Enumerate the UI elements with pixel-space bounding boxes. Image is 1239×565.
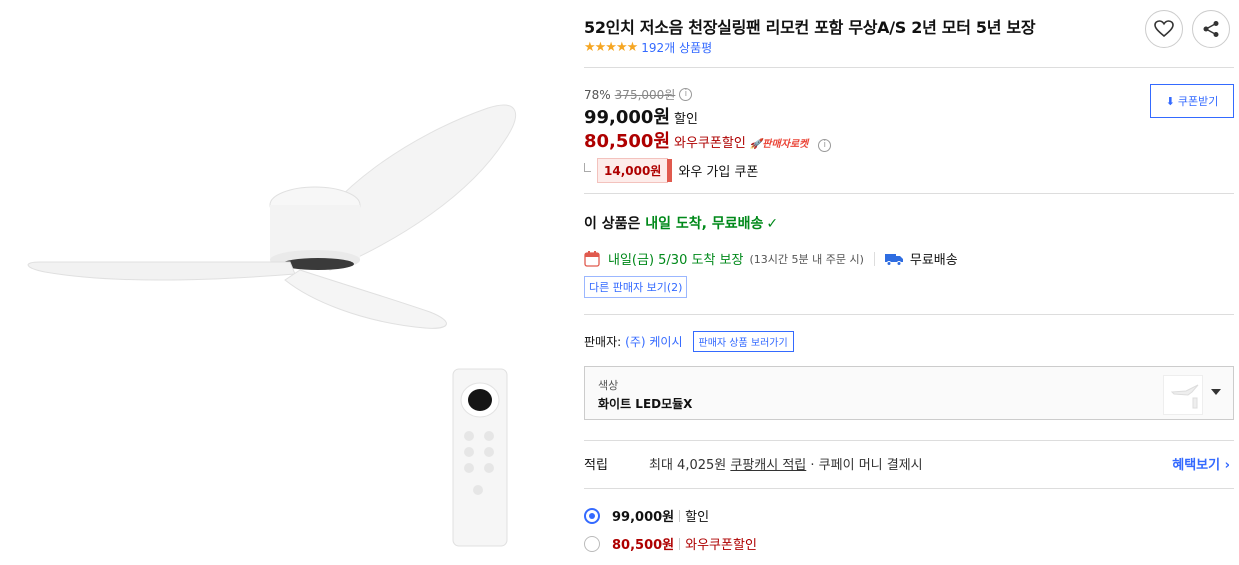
divider xyxy=(679,537,681,550)
sale-price-row: 99,000원 할인 xyxy=(584,103,698,129)
delivery-headline-prefix: 이 상품은 xyxy=(584,216,646,232)
wow-price-row: 80,500원 와우쿠폰할인 🚀판매자로켓 i xyxy=(584,127,832,153)
ceiling-fan-image xyxy=(27,104,516,547)
option-price: 80,500원 xyxy=(612,538,675,553)
rating-row: ★★★★★ 192개 상품평 xyxy=(584,39,712,56)
wow-price-label: 와우쿠폰할인 xyxy=(674,136,746,151)
calendar-icon xyxy=(584,250,600,267)
wow-coupon-label: 와우 가입 쿠폰 xyxy=(678,165,759,180)
option-value: 화이트 LED모듈X xyxy=(598,397,693,411)
divider xyxy=(584,314,1234,315)
delivery-info-row: 내일(금) 5/30 도착 보장 (13시간 5분 내 주문 시) 무료배송 xyxy=(584,249,958,268)
info-icon[interactable]: i xyxy=(679,88,693,101)
product-image xyxy=(0,0,560,561)
seller-products-link[interactable]: 판매자 상품 보러가기 xyxy=(692,331,794,352)
review-count-link[interactable]: 192개 상품평 xyxy=(641,39,712,56)
check-icon: ✓ xyxy=(766,216,779,232)
option-price-label: 할인 xyxy=(685,510,710,525)
seller-name-link[interactable]: (주) 케이시 xyxy=(625,333,682,350)
wow-coupon-amount: 14,000원 xyxy=(597,158,673,183)
reward-text: 최대 4,025원 쿠팡캐시 적립 · 쿠페이 머니 결제시 xyxy=(649,454,923,473)
wow-price: 80,500원 xyxy=(584,131,671,152)
heart-icon xyxy=(1154,20,1174,38)
fan-thumbnail-icon xyxy=(1170,384,1199,409)
price-option-sale[interactable]: 99,000원 할인 xyxy=(584,506,709,525)
radio-unselected[interactable] xyxy=(584,535,600,552)
divider xyxy=(679,509,681,522)
other-sellers-button[interactable]: 다른 판매자 보기(2) xyxy=(584,276,688,298)
product-title: 52인치 저소음 천장실링팬 리모컨 포함 무상A/S 2년 모터 5년 보장 xyxy=(584,18,1036,37)
sale-price-label: 할인 xyxy=(674,112,698,127)
corner-indent xyxy=(584,163,591,172)
chevron-down-icon xyxy=(1211,389,1221,395)
rocket-label: 판매자로켓 xyxy=(762,139,809,150)
original-price: 375,000원 xyxy=(614,88,676,102)
divider xyxy=(584,67,1234,68)
divider xyxy=(873,251,875,266)
sale-price: 99,000원 xyxy=(584,107,671,128)
coupon-button-label: 쿠폰받기 xyxy=(1177,95,1219,108)
delivery-headline-highlight: 내일 도착, 무료배송 xyxy=(645,216,764,232)
product-info-panel: 52인치 저소음 천장실링팬 리모컨 포함 무상A/S 2년 모터 5년 보장 … xyxy=(584,0,1234,561)
delivery-date: 내일(금) 5/30 도착 보장 xyxy=(608,253,744,268)
option-price-label: 와우쿠폰할인 xyxy=(685,538,757,553)
divider xyxy=(584,193,1234,194)
free-shipping-label: 무료배송 xyxy=(909,253,958,268)
rocket-icon: 🚀 xyxy=(749,139,763,150)
wishlist-button[interactable] xyxy=(1145,10,1183,48)
seller-row: 판매자: (주) 케이시 판매자 상품 보러가기 xyxy=(584,331,794,352)
reward-text-prefix: 최대 4,025원 xyxy=(649,458,731,473)
reward-text-suffix: · 쿠페이 머니 결제시 xyxy=(806,458,923,473)
rating-stars: ★★★★★ xyxy=(584,40,638,55)
price-option-wow[interactable]: 80,500원 와우쿠폰할인 xyxy=(584,534,757,553)
option-thumbnail xyxy=(1163,375,1203,415)
discount-row: 78% 375,000원 i xyxy=(584,86,693,103)
seller-label: 판매자: xyxy=(584,335,622,349)
coupang-cash-link[interactable]: 쿠팡캐시 적립 xyxy=(730,458,806,473)
option-label: 색상 xyxy=(598,379,619,392)
radio-selected[interactable] xyxy=(584,507,600,524)
wow-coupon-row: 14,000원 와우 가입 쿠폰 xyxy=(584,158,758,183)
reward-label: 적립 xyxy=(584,458,608,473)
share-icon xyxy=(1203,21,1219,37)
divider xyxy=(584,488,1234,489)
delivery-headline: 이 상품은 내일 도착, 무료배송 ✓ xyxy=(584,213,778,233)
info-icon[interactable]: i xyxy=(818,139,832,152)
coupon-download-button[interactable]: ⬇ 쿠폰받기 xyxy=(1150,84,1234,118)
share-button[interactable] xyxy=(1192,10,1230,48)
truck-icon xyxy=(884,253,903,266)
divider xyxy=(584,440,1234,441)
option-price: 99,000원 xyxy=(612,510,675,525)
view-benefits-link[interactable]: 혜택보기 › xyxy=(1172,454,1230,473)
discount-rate: 78% xyxy=(584,87,611,102)
download-icon: ⬇ xyxy=(1165,94,1175,108)
color-option-select[interactable]: 색상 화이트 LED모듈X xyxy=(584,366,1234,420)
seller-rocket-badge: 🚀판매자로켓 xyxy=(750,135,808,150)
delivery-cutoff: (13시간 5분 내 주문 시) xyxy=(749,252,864,266)
